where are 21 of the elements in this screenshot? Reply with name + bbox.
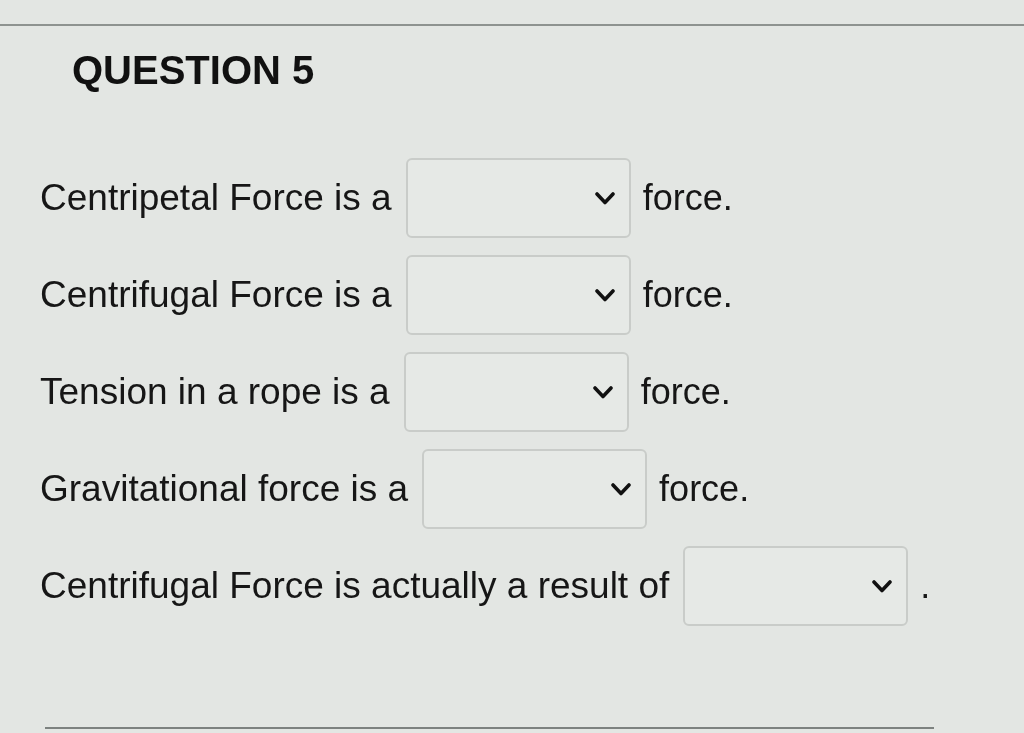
chevron-down-icon	[594, 288, 615, 302]
suffix-text: force.	[642, 176, 733, 220]
question-text: Centrifugal Force is actually a result of	[40, 564, 670, 608]
question-text: Centrifugal Force is a	[40, 273, 392, 317]
question-title: QUESTION 5	[72, 47, 315, 94]
select-dropdown[interactable]	[683, 546, 909, 626]
question-text: Tension in a rope is a	[40, 370, 390, 414]
question-text: Centripetal Force is a	[40, 176, 392, 220]
suffix-text: force.	[640, 370, 731, 414]
suffix-text: .	[920, 564, 931, 608]
chevron-down-icon	[594, 191, 615, 205]
chevron-down-icon	[592, 385, 613, 399]
select-dropdown[interactable]	[405, 255, 631, 335]
suffix-text: force.	[642, 273, 733, 317]
select-dropdown[interactable]	[403, 352, 629, 432]
select-dropdown[interactable]	[422, 449, 648, 529]
question-text: Gravitational force is a	[40, 467, 409, 511]
suffix-text: force.	[659, 467, 750, 511]
select-dropdown[interactable]	[405, 158, 631, 238]
chevron-down-icon	[872, 579, 893, 593]
chevron-down-icon	[611, 482, 632, 496]
